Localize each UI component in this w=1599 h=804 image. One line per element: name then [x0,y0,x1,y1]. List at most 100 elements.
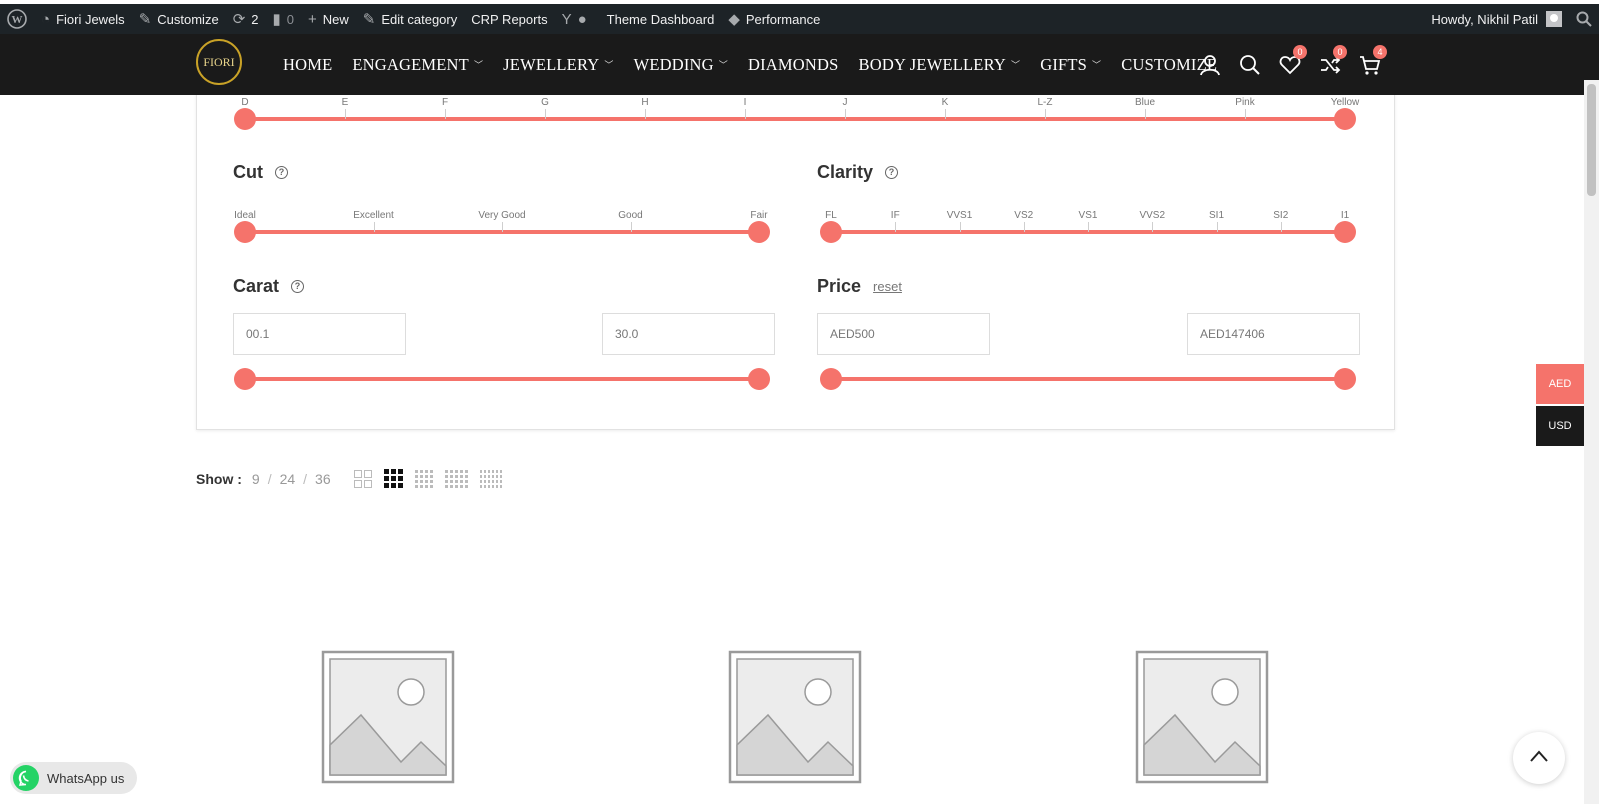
performance-link[interactable]: ◆ Performance [721,4,827,34]
slider-tick-label: SI2 [1273,210,1289,221]
grid-2-columns-icon[interactable] [354,469,372,488]
price-min-input[interactable] [817,313,990,355]
main-nav: HOME ENGAGEMENT ﹀ JEWELLERY ﹀ WEDDING ﹀ DIA… [283,34,1237,95]
show-option-36[interactable]: 36 [315,471,331,487]
color-slider[interactable]: D E F G H I J K L-Z Blue Pink Yellow [234,97,1359,130]
wishlist-icon[interactable]: 0 [1270,44,1310,76]
price-reset-link[interactable]: reset [873,279,902,294]
chevron-down-icon: ﹀ [1011,60,1021,70]
nav-jewellery[interactable]: JEWELLERY ﹀ [503,55,613,75]
clarity-title: Clarity ? [817,162,899,183]
user-account-link[interactable]: Howdy, Nikhil Patil [1424,4,1569,34]
slider-tick-label: E [341,97,349,108]
theme-dashboard-link[interactable]: Theme Dashboard [600,4,722,34]
site-name-link[interactable]: ◔ Fiori Jewels [34,4,132,34]
updates-link[interactable]: ⟳ 2 [226,4,266,34]
nav-engagement[interactable]: ENGAGEMENT ﹀ [352,55,483,75]
new-content-link[interactable]: + New [301,4,356,34]
edit-category-link[interactable]: ✎ Edit category [356,4,464,34]
carat-min-handle[interactable] [234,368,256,390]
slider-tick-label: L-Z [1037,97,1053,108]
clarity-slider[interactable]: FL IF VVS1 VS2 VS1 VVS2 SI1 SI2 I1 [820,210,1356,243]
slider-min-handle[interactable] [234,221,256,243]
customize-link[interactable]: ✎ Customize [132,4,226,34]
compare-count-badge: 0 [1333,44,1347,59]
slider-min-handle[interactable] [820,221,842,243]
slider-tick-label: Good [618,210,643,221]
account-icon[interactable] [1190,54,1230,76]
cut-slider[interactable]: Ideal Excellent Very Good Good Fair [234,210,770,243]
price-slider[interactable] [820,357,1356,390]
grid-5-columns-icon[interactable] [445,469,468,488]
wishlist-count-badge: 0 [1293,44,1307,59]
carat-max-input[interactable] [602,313,775,355]
slider-tick-label: I1 [1340,210,1350,221]
scroll-to-top-button[interactable] [1513,732,1565,784]
crp-reports-link[interactable]: CRP Reports [464,4,554,34]
nav-gifts[interactable]: GIFTS ﹀ [1040,55,1101,75]
slider-tick [945,109,946,119]
price-max-handle[interactable] [1334,368,1356,390]
cart-icon[interactable]: 4 [1350,44,1390,76]
grid-3-columns-icon[interactable] [384,469,403,488]
yoast-icon: Y [561,10,572,28]
slider-tick [445,109,446,119]
carat-min-input[interactable] [233,313,406,355]
slider-tick [373,222,375,232]
carat-max-handle[interactable] [748,368,770,390]
page-scrollbar[interactable] [1584,80,1599,804]
help-icon[interactable]: ? [885,166,899,179]
show-option-24[interactable]: 24 [280,471,296,487]
slider-tick-label: FL [825,210,837,221]
status-dot-icon: ● [577,10,587,28]
nav-diamonds[interactable]: DIAMONDS [748,55,839,75]
slider-tick [745,109,746,119]
site-logo[interactable]: FIORI [196,39,242,85]
slider-max-handle[interactable] [1334,108,1356,130]
show-option-9[interactable]: 9 [252,471,260,487]
slider-tick [1152,222,1154,232]
avatar [1546,11,1562,27]
price-max-input[interactable] [1187,313,1360,355]
slider-max-handle[interactable] [748,221,770,243]
nav-wedding[interactable]: WEDDING ﹀ [634,55,728,75]
grid-6-columns-icon[interactable] [480,469,502,488]
yoast-seo-link[interactable]: Y ● [555,4,600,34]
slider-max-handle[interactable] [1334,221,1356,243]
wordpress-logo-icon[interactable]: W [0,4,34,34]
carat-slider[interactable] [234,357,770,390]
nav-home[interactable]: HOME [283,55,332,75]
chevron-down-icon: ﹀ [718,60,728,70]
admin-search-icon[interactable] [1569,4,1599,34]
performance-icon: ◆ [728,10,740,28]
slider-tick-label: Pink [1235,97,1255,108]
price-title: Price reset [817,276,902,296]
help-icon[interactable]: ? [291,280,305,293]
price-min-handle[interactable] [820,368,842,390]
search-icon[interactable] [1230,54,1270,76]
compare-icon[interactable]: 0 [1310,44,1350,76]
help-icon[interactable]: ? [275,166,288,179]
slider-track [245,117,1345,121]
carat-title: Carat ? [233,276,305,297]
product-placeholder-image[interactable] [1135,650,1269,784]
scrollbar-thumb[interactable] [1587,84,1596,196]
currency-aed-button[interactable]: AED [1536,364,1584,404]
slider-tick-label: D [241,97,249,108]
grid-4-columns-icon[interactable] [415,469,433,488]
whatsapp-button[interactable]: WhatsApp us [10,762,137,794]
admin-bar: W ◔ Fiori Jewels ✎ Customize ⟳ 2 ▮ 0 + N… [0,4,1599,34]
svg-text:W: W [12,14,23,26]
slider-tick-label: J [842,97,848,108]
slider-tick [1216,222,1218,232]
slider-tick [895,222,897,232]
product-placeholder-image[interactable] [321,650,455,784]
comments-link[interactable]: ▮ 0 [266,4,302,34]
slider-min-handle[interactable] [234,108,256,130]
dashboard-icon: ◔ [41,10,51,28]
currency-usd-button[interactable]: USD [1536,406,1584,446]
cut-title: Cut ? [233,162,288,183]
slider-tick-label: Fair [750,210,768,221]
product-placeholder-image[interactable] [728,650,862,784]
nav-body-jewellery[interactable]: BODY JEWELLERY ﹀ [859,55,1021,75]
